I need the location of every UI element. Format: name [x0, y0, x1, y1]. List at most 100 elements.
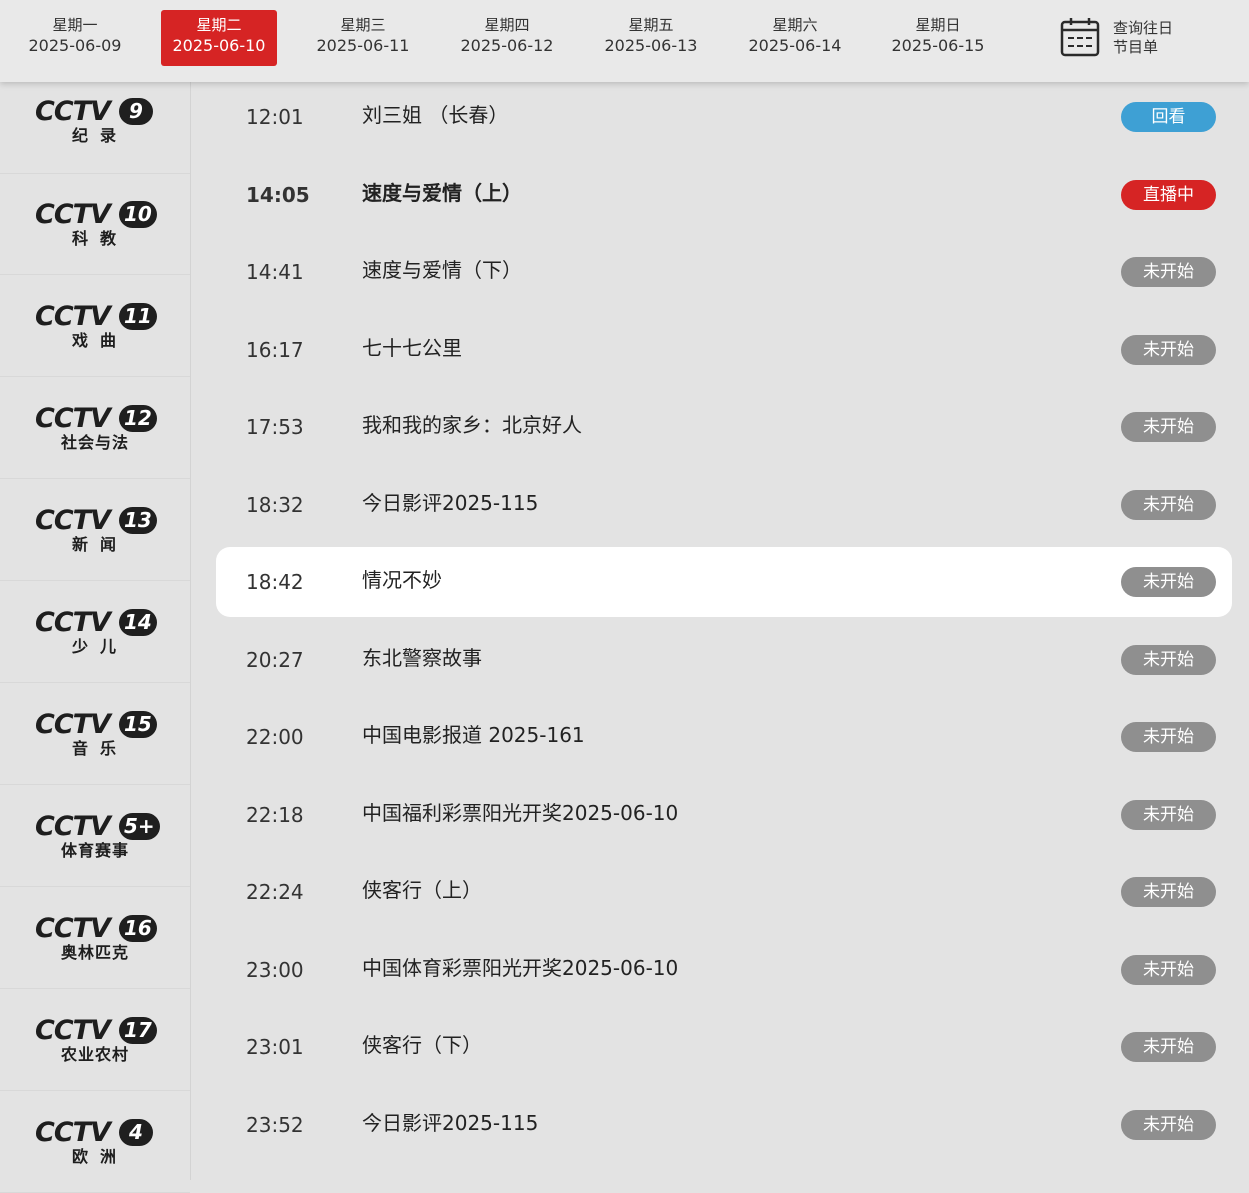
program-row[interactable]: 14:05 速度与爱情（上） 直播中 [216, 160, 1232, 230]
calendar-icon [1060, 18, 1100, 57]
day-tab-tue[interactable]: 星期二 2025-06-10 [161, 10, 277, 66]
program-time: 20:27 [246, 648, 304, 672]
program-row[interactable]: 22:18 中国福利彩票阳光开奖2025-06-10 未开始 [216, 780, 1232, 850]
program-row[interactable]: 16:17 七十七公里 未开始 [216, 315, 1232, 385]
replay-button[interactable]: 回看 [1121, 102, 1216, 132]
channel-name: 戏曲 [71, 331, 128, 350]
channel-logo: CCTV 17 农业农村 [35, 1015, 157, 1067]
channel-item[interactable]: CCTV 12 社会与法 [0, 377, 190, 479]
program-time: 14:41 [246, 260, 304, 284]
channel-number: 4 [119, 1119, 153, 1146]
channel-item[interactable]: CCTV 14 少儿 [0, 581, 190, 683]
history-schedule-button[interactable]: 查询往日 节目单 [1060, 15, 1200, 63]
day-tab-fri[interactable]: 星期五 2025-06-13 [593, 10, 709, 66]
program-title: 速度与爱情（上） [362, 181, 522, 205]
program-title: 中国福利彩票阳光开奖2025-06-10 [362, 801, 679, 825]
program-title: 刘三姐 （长春） [362, 103, 509, 127]
channel-item[interactable]: CCTV 16 奥林匹克 [0, 887, 190, 989]
channel-number: 15 [119, 711, 157, 738]
channel-number: 9 [119, 98, 153, 125]
program-row[interactable]: 17:53 我和我的家乡：北京好人 未开始 [216, 392, 1232, 462]
program-title: 今日影评2025-115 [362, 491, 539, 515]
program-time: 22:18 [246, 803, 304, 827]
program-row-highlighted[interactable]: 18:42 情况不妙 未开始 [216, 547, 1232, 617]
program-title: 侠客行（下） [362, 1033, 482, 1057]
channel-logo: CCTV 12 社会与法 [35, 403, 157, 455]
program-title: 速度与爱情（下） [362, 258, 522, 282]
status-badge: 未开始 [1121, 800, 1216, 830]
channel-logo: CCTV 16 奥林匹克 [35, 913, 157, 965]
channel-number: 12 [119, 405, 157, 432]
program-time: 16:17 [246, 338, 304, 362]
day-weekday: 星期三 [340, 16, 386, 34]
day-weekday: 星期一 [52, 16, 98, 34]
program-row[interactable]: 23:00 中国体育彩票阳光开奖2025-06-10 未开始 [216, 935, 1232, 1005]
program-title: 中国电影报道 2025-161 [362, 723, 585, 747]
program-row[interactable]: 20:27 东北警察故事 未开始 [216, 625, 1232, 695]
channel-name: 社会与法 [60, 433, 129, 452]
day-date: 2025-06-10 [172, 36, 266, 55]
day-tab-mon[interactable]: 星期一 2025-06-09 [17, 10, 133, 66]
status-badge: 未开始 [1121, 955, 1216, 985]
program-title: 我和我的家乡：北京好人 [362, 413, 582, 437]
program-title: 侠客行（上） [362, 878, 482, 902]
day-tab-wed[interactable]: 星期三 2025-06-11 [305, 10, 421, 66]
program-time: 14:05 [246, 183, 310, 207]
program-title: 今日影评2025-115 [362, 1111, 539, 1135]
cctv-wordmark: CCTV [35, 1015, 111, 1046]
program-time: 23:52 [246, 1113, 304, 1137]
channel-logo: CCTV 5+ 体育赛事 [35, 811, 160, 863]
channel-item[interactable]: CCTV 15 音乐 [0, 683, 190, 785]
status-badge: 未开始 [1121, 877, 1216, 907]
status-badge: 未开始 [1121, 567, 1216, 597]
program-row[interactable]: 14:41 速度与爱情（下） 未开始 [216, 237, 1232, 307]
day-tab-thu[interactable]: 星期四 2025-06-12 [449, 10, 565, 66]
history-label: 查询往日 节目单 [1113, 19, 1173, 57]
channel-logo: CCTV 10 科教 [35, 199, 157, 251]
day-weekday: 星期四 [484, 16, 530, 34]
channel-logo: CCTV 14 少儿 [35, 607, 157, 659]
channel-number: 16 [119, 915, 157, 942]
channel-item[interactable]: CCTV 10 科教 [0, 173, 190, 275]
program-row[interactable]: 12:01 刘三姐 （长春） 回看 [216, 82, 1232, 152]
history-label-line1: 查询往日 [1113, 19, 1174, 37]
program-time: 17:53 [246, 415, 304, 439]
cctv-wordmark: CCTV [35, 403, 111, 434]
channel-item[interactable]: CCTV 4 欧洲 [0, 1091, 190, 1193]
cctv-wordmark: CCTV [35, 301, 111, 332]
day-weekday: 星期六 [772, 16, 818, 34]
day-tab-sun[interactable]: 星期日 2025-06-15 [880, 10, 996, 66]
program-title: 情况不妙 [362, 568, 442, 592]
day-date: 2025-06-14 [748, 36, 842, 55]
program-row[interactable]: 23:52 今日影评2025-115 未开始 [216, 1090, 1232, 1160]
status-badge: 未开始 [1121, 490, 1216, 520]
day-date: 2025-06-11 [316, 36, 410, 55]
channel-name: 音乐 [71, 739, 128, 758]
channel-item[interactable]: CCTV 17 农业农村 [0, 989, 190, 1091]
channel-sidebar: CCTV 9 纪录 CCTV 10 科教 CCTV 11 戏曲 CCTV 12 … [0, 82, 191, 1193]
program-title: 东北警察故事 [362, 646, 482, 670]
program-row[interactable]: 22:24 侠客行（上） 未开始 [216, 857, 1232, 927]
channel-item[interactable]: CCTV 5+ 体育赛事 [0, 785, 190, 887]
channel-number: 11 [119, 303, 157, 330]
live-badge[interactable]: 直播中 [1121, 180, 1216, 210]
history-label-line2: 节目单 [1113, 38, 1159, 56]
channel-item[interactable]: CCTV 11 戏曲 [0, 275, 190, 377]
status-badge: 未开始 [1121, 335, 1216, 365]
program-time: 23:01 [246, 1035, 304, 1059]
channel-number: 10 [119, 201, 157, 228]
day-date: 2025-06-15 [891, 36, 985, 55]
program-row[interactable]: 22:00 中国电影报道 2025-161 未开始 [216, 702, 1232, 772]
channel-name: 奥林匹克 [60, 943, 129, 962]
channel-name: 科教 [71, 229, 128, 248]
program-time: 23:00 [246, 958, 304, 982]
channel-name: 欧洲 [71, 1147, 128, 1166]
channel-item[interactable]: CCTV 9 纪录 [0, 72, 190, 174]
cctv-wordmark: CCTV [35, 505, 111, 536]
channel-item[interactable]: CCTV 13 新闻 [0, 479, 190, 581]
cctv-wordmark: CCTV [35, 709, 111, 740]
status-badge: 未开始 [1121, 412, 1216, 442]
program-row[interactable]: 23:01 侠客行（下） 未开始 [216, 1012, 1232, 1082]
day-tab-sat[interactable]: 星期六 2025-06-14 [737, 10, 853, 66]
program-row[interactable]: 18:32 今日影评2025-115 未开始 [216, 470, 1232, 540]
